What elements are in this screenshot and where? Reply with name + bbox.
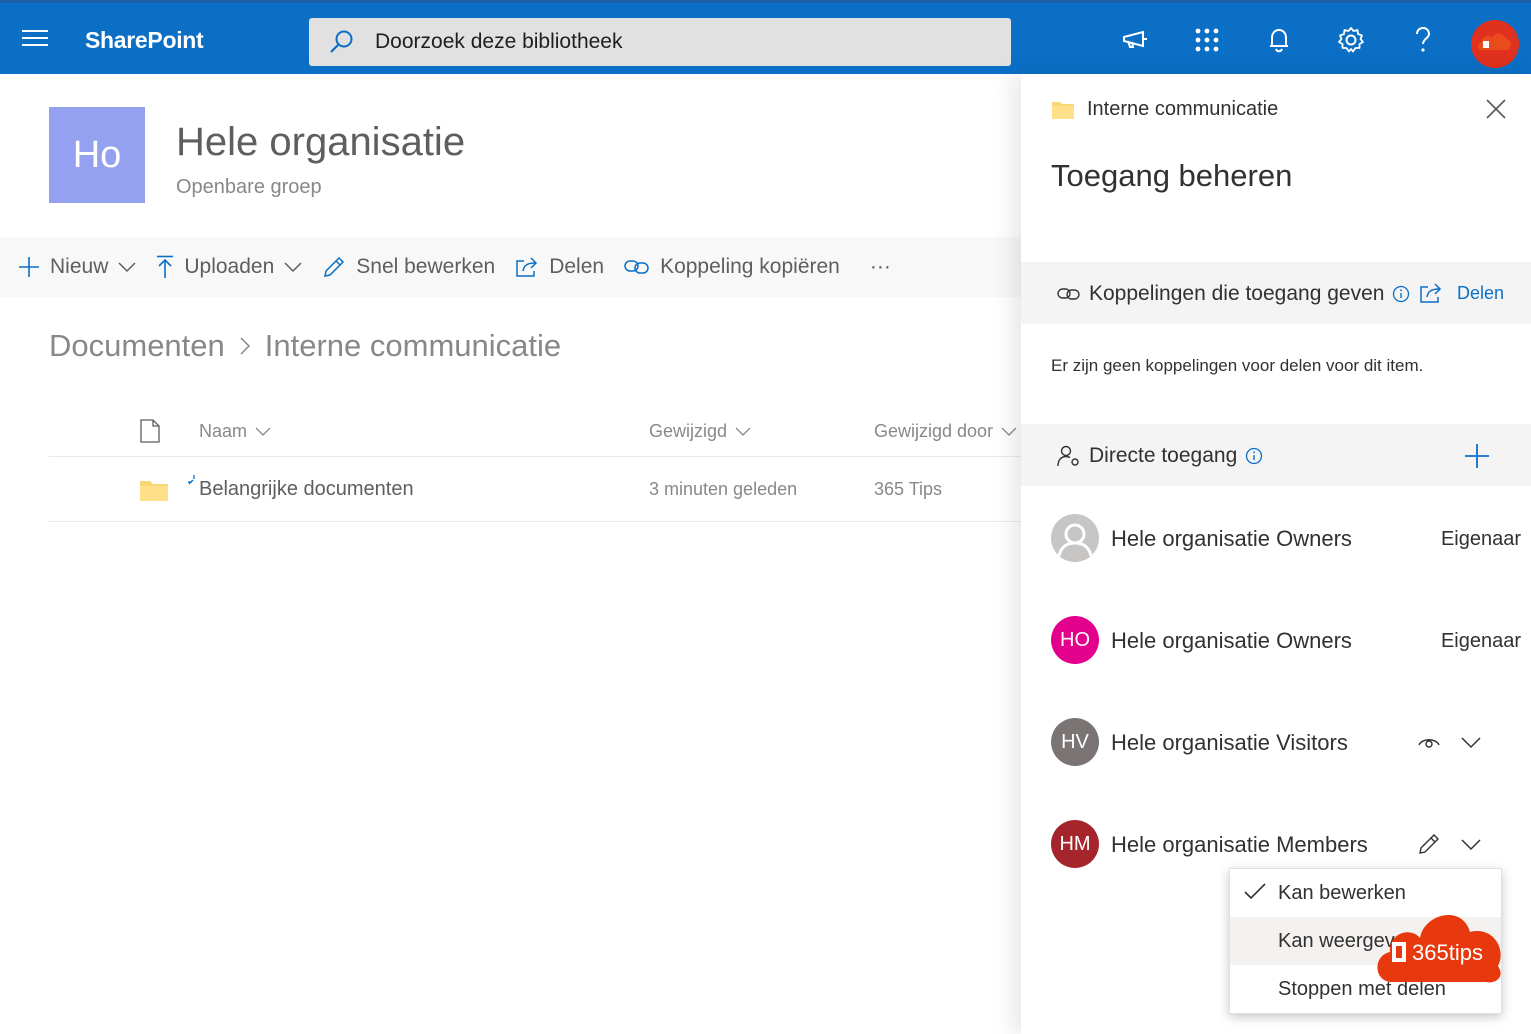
new-label: Nieuw (50, 255, 109, 278)
access-entry-role: Eigenaar (1440, 630, 1521, 652)
access-entry-name: Hele organisatie Owners (1111, 526, 1352, 551)
panel-folder-header: Interne communicatie (1051, 98, 1278, 121)
chevron-down-icon (255, 427, 271, 436)
chevron-down-icon (284, 262, 302, 273)
site-title[interactable]: Hele organisatie (176, 120, 465, 165)
row-name[interactable]: Belangrijke documenten (199, 478, 414, 501)
chevron-down-icon[interactable] (1459, 832, 1483, 856)
access-entry-name: Hele organisatie Owners (1111, 628, 1352, 653)
access-entry[interactable]: HM Hele organisatie Members (1051, 820, 1511, 870)
bell-icon[interactable] (1262, 23, 1296, 57)
column-modified[interactable]: Gewijzigd (649, 421, 751, 442)
share-icon (1420, 283, 1442, 303)
site-subtitle: Openbare groep (176, 176, 322, 198)
chevron-down-icon (118, 262, 136, 273)
quick-edit-label: Snel bewerken (356, 255, 496, 278)
link-icon (1057, 288, 1080, 300)
copy-link-button[interactable]: Koppeling kopiëren (614, 237, 850, 297)
menu-icon[interactable] (22, 30, 50, 50)
folder-icon (139, 478, 169, 507)
no-links-message: Er zijn geen koppelingen voor delen voor… (1051, 356, 1424, 375)
access-entry[interactable]: HO Hele organisatie Owners Eigenaar (1051, 616, 1521, 666)
direct-access-label: Directe toegang (1089, 444, 1238, 467)
share-link-button[interactable]: Delen (1419, 282, 1504, 304)
share-label: Delen (549, 255, 605, 278)
breadcrumb-root[interactable]: Documenten (49, 328, 225, 364)
chevron-down-icon (1001, 427, 1017, 436)
new-button[interactable]: Nieuw (0, 237, 146, 297)
close-icon[interactable] (1483, 96, 1509, 122)
list-header: Naam Gewijzigd Gewijzigd door (49, 405, 1021, 457)
share-icon (516, 257, 538, 277)
link-icon (624, 260, 649, 274)
add-access-button[interactable] (1463, 442, 1491, 470)
table-row[interactable]: Belangrijke documenten 3 minuten geleden… (49, 458, 1021, 522)
chevron-down-icon[interactable] (1459, 730, 1483, 754)
app-brand[interactable]: SharePoint (85, 27, 204, 54)
direct-access-section-header: Directe toegang (1021, 424, 1531, 486)
info-icon[interactable] (1392, 285, 1410, 303)
generic-person-avatar (1051, 514, 1099, 562)
avatar: HM (1051, 820, 1099, 868)
gear-icon[interactable] (1334, 23, 1368, 57)
share-link-label: Delen (1457, 282, 1505, 303)
row-modified-by[interactable]: 365 Tips (874, 479, 942, 500)
search-box[interactable] (309, 18, 1011, 66)
row-modified: 3 minuten geleden (649, 479, 798, 499)
column-modified-by[interactable]: Gewijzigd door (874, 421, 1017, 442)
info-icon[interactable] (1245, 447, 1263, 465)
plus-icon (19, 257, 39, 277)
panel-folder-name: Interne communicatie (1087, 98, 1279, 120)
file-type-icon[interactable] (139, 419, 161, 443)
upload-icon (157, 255, 174, 278)
avatar: HO (1051, 616, 1099, 664)
watermark-text: 365tips (1412, 940, 1483, 965)
share-button[interactable]: Delen (505, 237, 614, 297)
check-icon (1244, 883, 1266, 900)
pencil-icon[interactable] (1417, 832, 1441, 856)
links-section-label: Koppelingen die toegang geven (1089, 282, 1385, 305)
chevron-down-icon (735, 427, 751, 436)
command-bar: Nieuw Uploaden Snel bewerken Delen Koppe… (0, 237, 1021, 297)
site-logo[interactable]: Ho (49, 107, 145, 203)
breadcrumb: Documenten Interne communicatie (49, 328, 561, 364)
avatar: HV (1051, 718, 1099, 766)
access-entry[interactable]: Hele organisatie Owners Eigenaar (1051, 514, 1521, 564)
column-name[interactable]: Naam (199, 421, 271, 442)
watermark-logo: 365tips (1372, 896, 1507, 986)
chevron-right-icon (239, 336, 251, 356)
suite-bar: SharePoint (0, 0, 1531, 74)
upload-label: Uploaden (184, 255, 275, 278)
access-entry-name: Hele organisatie Visitors (1111, 730, 1348, 755)
access-entry-role: Eigenaar (1440, 528, 1521, 550)
search-input[interactable] (375, 30, 975, 54)
quick-edit-button[interactable]: Snel bewerken (312, 237, 505, 297)
help-icon[interactable] (1406, 23, 1440, 57)
person-settings-icon (1057, 445, 1079, 467)
access-entry-name: Hele organisatie Members (1111, 832, 1368, 857)
more-button[interactable]: ··· (850, 237, 901, 297)
eye-icon[interactable] (1417, 730, 1441, 754)
breadcrumb-current: Interne communicatie (264, 328, 562, 363)
access-entry[interactable]: HV Hele organisatie Visitors (1051, 718, 1511, 768)
folder-icon (1052, 101, 1074, 119)
panel-title: Toegang beheren (1051, 158, 1293, 193)
megaphone-icon[interactable] (1118, 23, 1152, 57)
plus-icon (1465, 444, 1489, 468)
search-icon (309, 18, 375, 66)
app-launcher-icon[interactable] (1190, 23, 1224, 57)
copy-link-label: Koppeling kopiëren (660, 255, 840, 278)
account-avatar[interactable] (1471, 20, 1519, 68)
pencil-icon (324, 256, 345, 277)
upload-button[interactable]: Uploaden (146, 237, 312, 297)
links-section-header: Koppelingen die toegang geven Delen (1021, 262, 1531, 324)
